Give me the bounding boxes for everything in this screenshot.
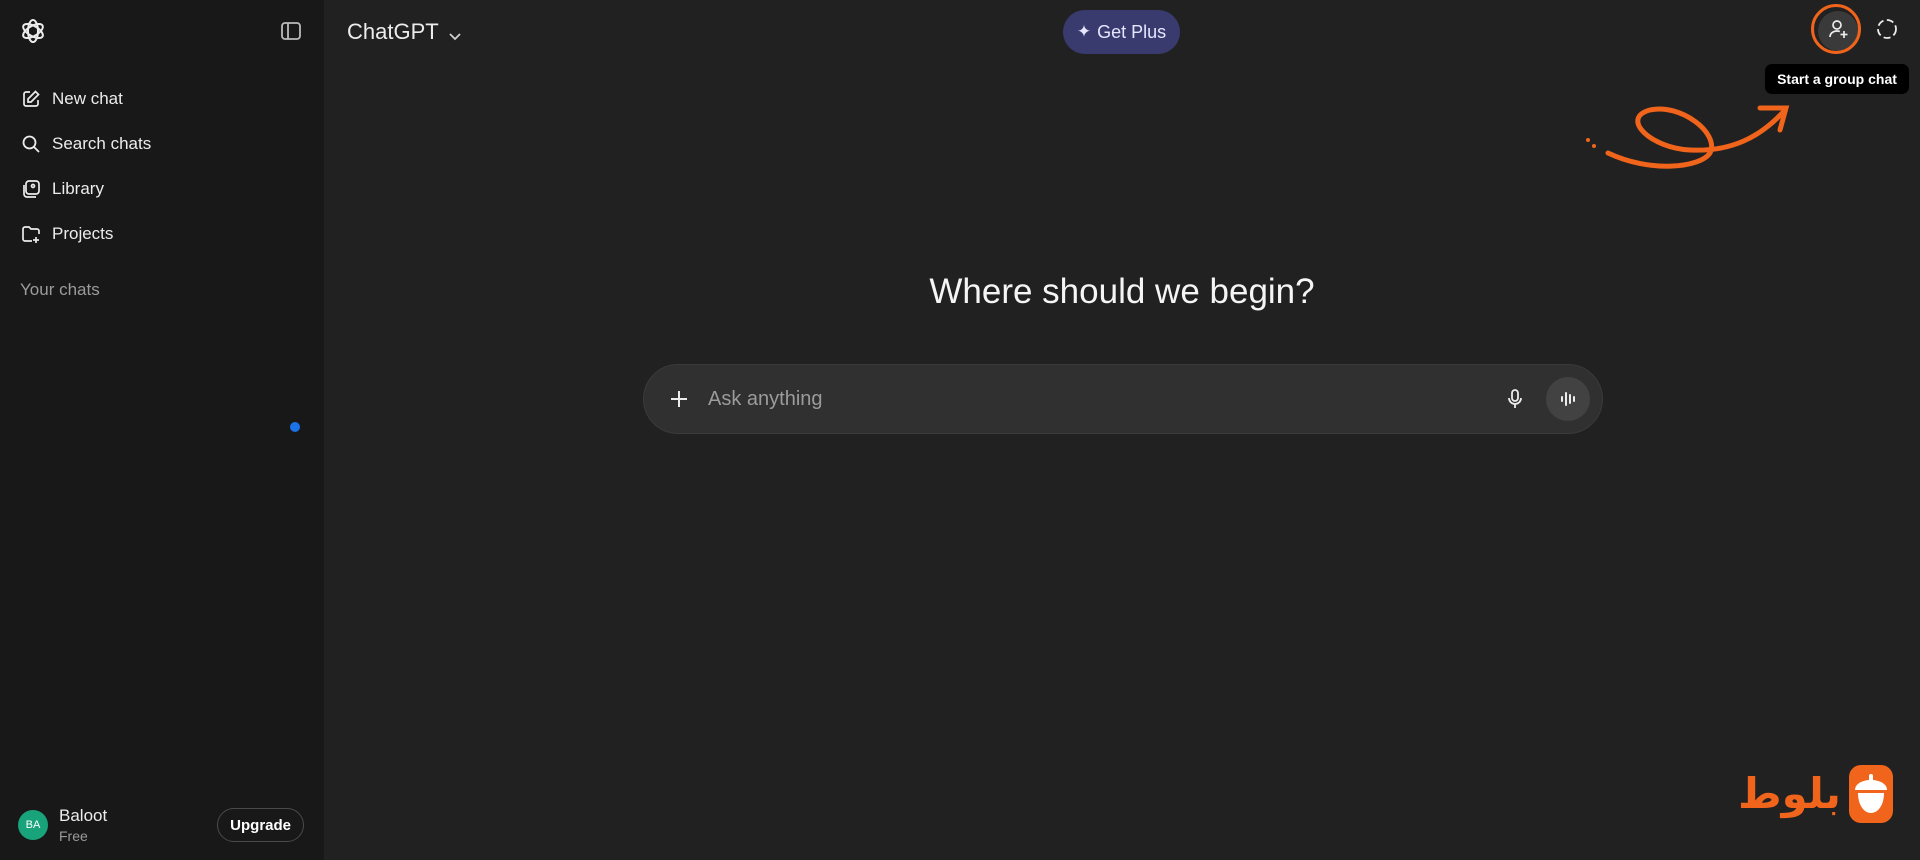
brand-watermark: بلوط [1738,764,1893,824]
annotation-arrow [1586,105,1790,169]
chat-composer [643,364,1603,434]
page-title: Where should we begin? [929,272,1315,311]
watermark-text: بلوط [1738,769,1841,818]
account-name: Baloot [59,806,108,825]
openai-logo-icon[interactable] [18,16,48,46]
account-info: Baloot Free [59,806,107,844]
get-plus-label: Get Plus [1097,21,1167,42]
microphone-button[interactable] [1502,386,1528,412]
new-chat-label: New chat [52,88,123,108]
account-plan: Free [59,828,88,844]
search-chats-label: Search chats [52,133,152,153]
new-chat-button[interactable]: New chat [10,76,314,121]
account-menu[interactable]: BA Baloot Free Upgrade [10,800,314,850]
model-label: ChatGPT [347,19,439,44]
library-label: Library [52,178,104,198]
chevron-down-icon [447,24,463,41]
temporary-chat-button[interactable] [1874,18,1900,44]
library-icon [20,178,42,200]
get-plus-button[interactable]: ✦ Get Plus [1063,10,1180,54]
sidebar-nav: New chat Search chats Library Projects [10,76,314,256]
notification-dot [290,422,300,432]
group-chat-tooltip: Start a group chat [1765,64,1909,94]
person-add-icon [1827,18,1849,45]
projects-label: Projects [52,223,114,243]
start-group-chat-button[interactable] [1818,11,1858,51]
library-button[interactable]: Library [10,166,314,211]
sidebar-toggle-icon[interactable] [280,20,302,42]
acorn-logo-icon [1848,765,1893,823]
search-chats-button[interactable]: Search chats [10,121,314,166]
voice-mode-button[interactable] [1546,377,1590,421]
add-attachment-button[interactable] [664,384,694,414]
edit-icon [20,88,42,110]
sparkle-icon: ✦ [1076,22,1092,41]
sidebar: New chat Search chats Library Projects Y… [0,0,324,860]
model-selector[interactable]: ChatGPT [347,16,463,48]
projects-button[interactable]: Projects [10,211,314,256]
upgrade-button[interactable]: Upgrade [217,808,304,842]
search-icon [20,133,42,155]
avatar[interactable]: BA [18,810,48,840]
dashed-circle-icon [1875,17,1899,46]
chat-input[interactable] [706,386,1502,412]
folder-plus-icon [20,223,42,245]
